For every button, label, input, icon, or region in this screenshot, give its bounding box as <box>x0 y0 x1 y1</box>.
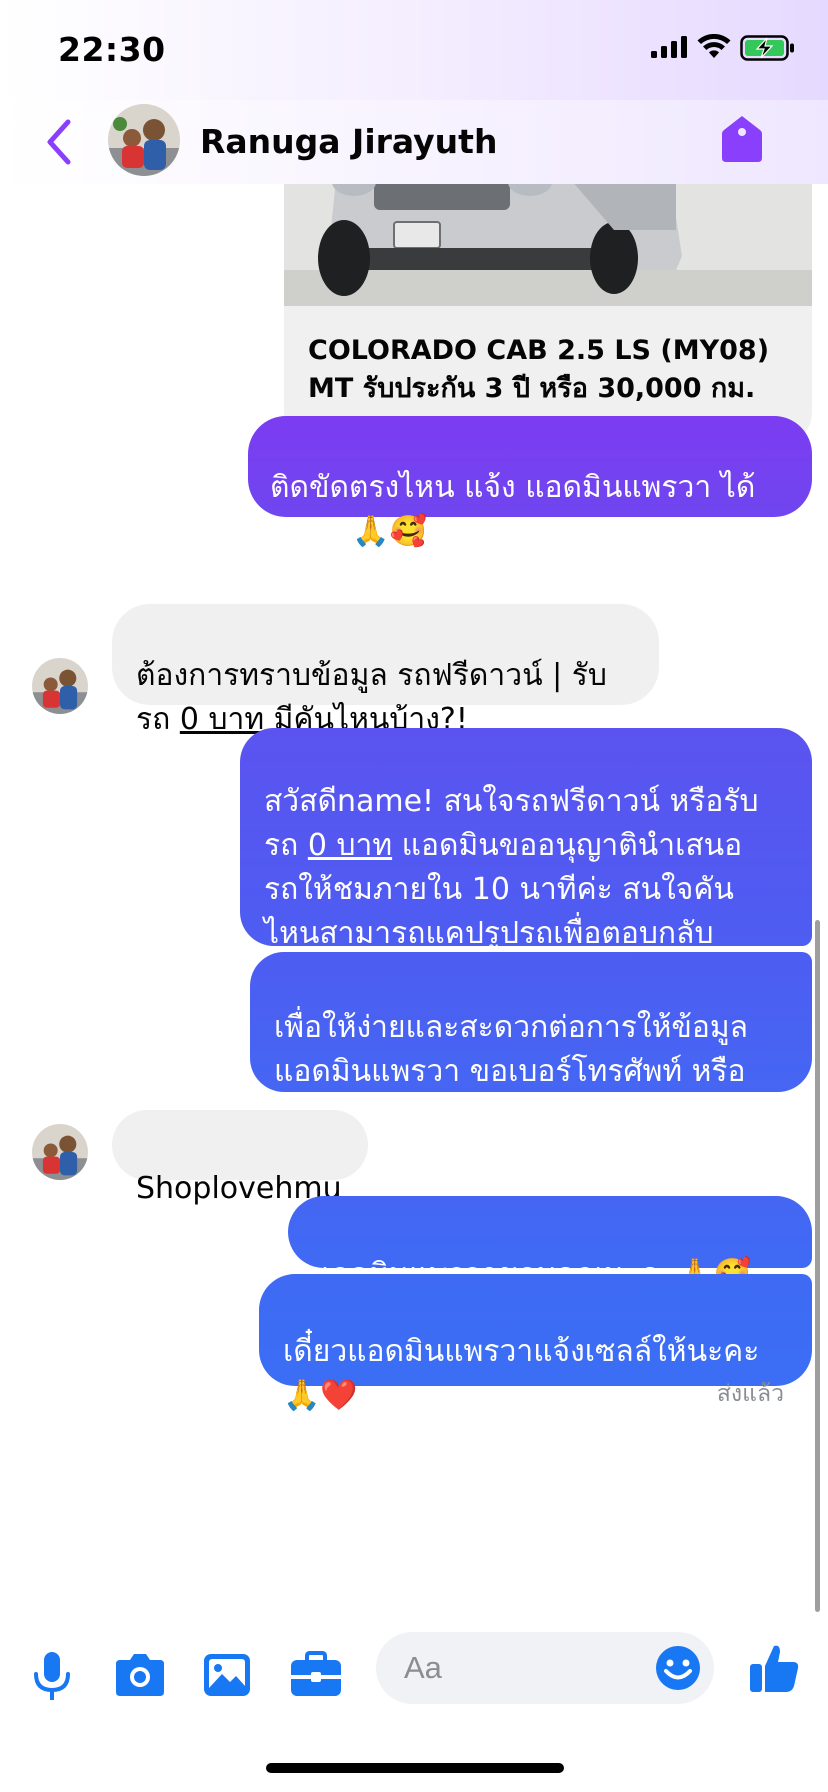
microphone-icon <box>34 1652 70 1700</box>
camera-button[interactable] <box>110 1646 170 1706</box>
scrollbar[interactable] <box>815 920 820 1612</box>
contact-avatar[interactable] <box>108 104 180 176</box>
contact-avatar-small[interactable] <box>32 658 88 714</box>
car-photo <box>284 184 812 306</box>
outgoing-message[interactable]: ติดขัดตรงไหน แจ้ง แอดมินแพรวา ได้ เลยค่ะ… <box>248 416 812 549</box>
status-time: 22:30 <box>58 30 166 69</box>
message-composer <box>0 1624 828 1744</box>
thumbs-up-icon <box>750 1645 799 1692</box>
tag-icon <box>722 116 762 162</box>
back-button[interactable] <box>40 114 80 170</box>
message-text: เดี๋ยวแอดมินแพรวาแจ้งเซลล์ให้นะคะ 🙏❤️ <box>283 1334 760 1413</box>
gallery-button[interactable] <box>198 1646 258 1706</box>
back-chevron-icon <box>47 119 71 165</box>
battery-charging-icon <box>740 35 794 61</box>
business-tools-button[interactable] <box>286 1646 346 1706</box>
gallery-icon <box>204 1654 250 1696</box>
camera-icon <box>116 1654 164 1696</box>
message-underlined-text: 0 บาท <box>179 702 265 737</box>
conversation-header: Ranuga Jirayuth <box>0 100 828 184</box>
incoming-message[interactable]: ต้องการทราบข้อมูล รถฟรีดาวน์ | รับ รถ 0 … <box>112 604 659 737</box>
contact-photo <box>32 658 88 714</box>
home-indicator[interactable] <box>266 1763 564 1773</box>
like-button[interactable] <box>746 1640 802 1696</box>
message-input[interactable] <box>404 1646 624 1690</box>
delivery-status: ส่งแล้ว <box>716 1381 784 1407</box>
shared-listing-card[interactable]: COLORADO CAB 2.5 LS (MY08) MT รับประกัน … <box>284 184 812 446</box>
message-underlined-text: 0 บาท <box>307 828 393 863</box>
briefcase-icon <box>291 1651 341 1696</box>
listing-title: COLORADO CAB 2.5 LS (MY08) MT รับประกัน … <box>308 335 770 404</box>
outgoing-message[interactable]: เดี๋ยวแอดมินแพรวาแจ้งเซลล์ให้นะคะ 🙏❤️ <box>259 1274 812 1413</box>
message-input-container[interactable] <box>376 1632 714 1704</box>
contact-name[interactable]: Ranuga Jirayuth <box>200 122 497 161</box>
incoming-message[interactable]: Shoplovehmu <box>112 1110 368 1206</box>
emoji-button[interactable] <box>654 1644 702 1692</box>
outgoing-message[interactable]: สวัสดีname! สนใจรถฟรีดาวน์ หรือรับ รถ 0 … <box>240 728 812 995</box>
contact-avatar-small[interactable] <box>32 1124 88 1180</box>
outgoing-message[interactable]: แอดมินแพรวาขอบคุณนะคะ🙏🥰 <box>288 1196 812 1292</box>
voice-message-button[interactable] <box>22 1646 82 1706</box>
cellular-signal-icon <box>651 36 687 58</box>
outgoing-message[interactable]: เพื่อให้ง่ายและสะดวกต่อการให้ข้อมูล แอดม… <box>250 952 812 1133</box>
tag-button[interactable] <box>720 114 764 164</box>
contact-photo <box>32 1124 88 1180</box>
message-text: ติดขัดตรงไหน แจ้ง แอดมินแพรวา ได้ เลยค่ะ… <box>270 470 756 549</box>
status-bar: 22:30 <box>0 0 828 100</box>
message-list[interactable]: COLORADO CAB 2.5 LS (MY08) MT รับประกัน … <box>0 184 828 1624</box>
wifi-icon <box>697 34 731 58</box>
emoji-icon <box>656 1646 700 1690</box>
contact-photo <box>108 104 180 176</box>
